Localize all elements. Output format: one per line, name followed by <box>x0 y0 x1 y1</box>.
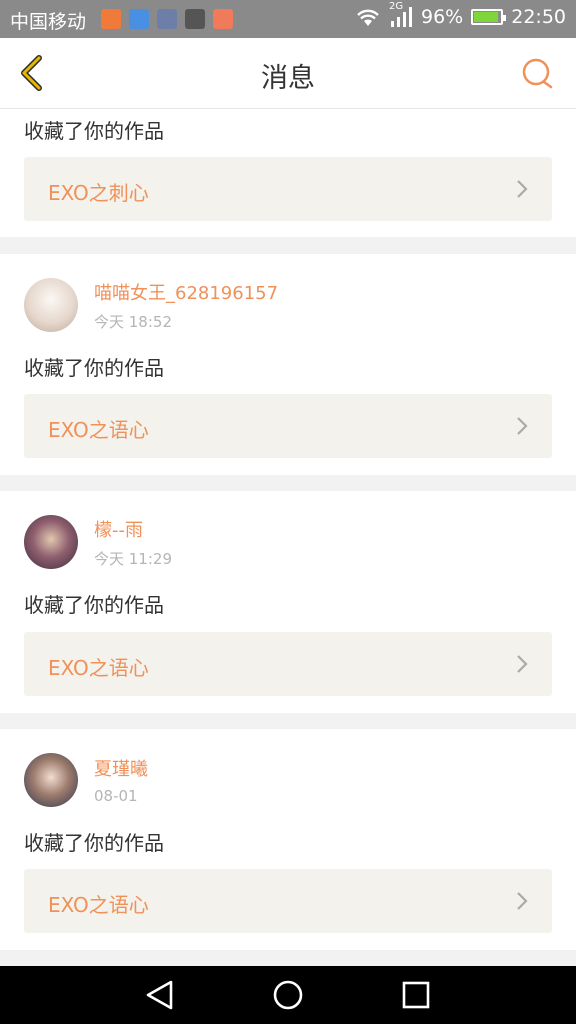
chevron-right-icon <box>517 417 528 435</box>
app-notification-icon <box>101 9 121 29</box>
page-title: 消息 <box>261 63 315 94</box>
chevron-right-icon <box>517 655 528 673</box>
carrier-label: 中国移动 <box>10 11 87 33</box>
wifi-icon <box>357 9 379 26</box>
clock: 22:50 <box>511 6 566 28</box>
message-action: 收藏了你的作品 <box>24 593 164 617</box>
message-list[interactable]: 收藏了你的作品 EXO之刺心 喵喵女王_628196157 今天 18:52 收… <box>0 109 576 966</box>
app-notification-icon <box>213 9 233 29</box>
shield-notification-icon <box>129 9 149 29</box>
chevron-right-icon <box>517 892 528 910</box>
work-title: EXO之刺心 <box>48 181 149 205</box>
message-card: 夏瑾曦 08-01 收藏了你的作品 EXO之语心 <box>0 729 576 950</box>
avatar[interactable] <box>24 278 78 332</box>
chevron-right-icon <box>517 180 528 198</box>
app-notification-icon <box>157 9 177 29</box>
app-header: 消息 <box>0 38 576 109</box>
message-card: 檬--雨 今天 11:29 收藏了你的作品 EXO之语心 <box>0 491 576 713</box>
message-action: 收藏了你的作品 <box>24 119 164 143</box>
message-action: 收藏了你的作品 <box>24 831 164 855</box>
status-bar: 中国移动 2G 96% 22:50 <box>0 0 576 38</box>
message-card: 喵喵女王_628196157 今天 18:52 收藏了你的作品 EXO之语心 <box>0 254 576 475</box>
avatar[interactable] <box>24 753 78 807</box>
user-name[interactable]: 喵喵女王_628196157 <box>94 279 278 305</box>
work-link[interactable]: EXO之语心 <box>24 394 552 458</box>
work-title: EXO之语心 <box>48 656 149 680</box>
work-link[interactable]: EXO之语心 <box>24 869 552 933</box>
message-user[interactable]: 喵喵女王_628196157 今天 18:52 <box>24 278 278 332</box>
message-user[interactable]: 檬--雨 今天 11:29 <box>24 515 172 569</box>
user-name[interactable]: 檬--雨 <box>94 516 172 542</box>
app-notification-icon <box>185 9 205 29</box>
message-time: 08-01 <box>94 787 138 805</box>
battery-percent: 96% <box>421 6 464 28</box>
home-circle-icon[interactable] <box>271 979 305 1011</box>
signal-icon: 2G <box>389 1 413 28</box>
back-triangle-icon[interactable] <box>143 979 177 1011</box>
work-link[interactable]: EXO之语心 <box>24 632 552 696</box>
message-card: 收藏了你的作品 EXO之刺心 <box>0 109 576 237</box>
message-user[interactable]: 夏瑾曦 08-01 <box>24 753 148 807</box>
message-time: 今天 18:52 <box>94 312 172 331</box>
work-title: EXO之语心 <box>48 418 149 442</box>
user-name[interactable]: 夏瑾曦 <box>94 755 148 781</box>
battery-icon <box>471 9 507 25</box>
notification-icons <box>101 9 233 29</box>
message-time: 今天 11:29 <box>94 549 172 568</box>
work-title: EXO之语心 <box>48 893 149 917</box>
system-nav-bar <box>0 966 576 1024</box>
avatar[interactable] <box>24 515 78 569</box>
message-action: 收藏了你的作品 <box>24 356 164 380</box>
search-icon[interactable] <box>520 56 556 92</box>
work-link[interactable]: EXO之刺心 <box>24 157 552 221</box>
recent-apps-icon[interactable] <box>399 979 433 1011</box>
